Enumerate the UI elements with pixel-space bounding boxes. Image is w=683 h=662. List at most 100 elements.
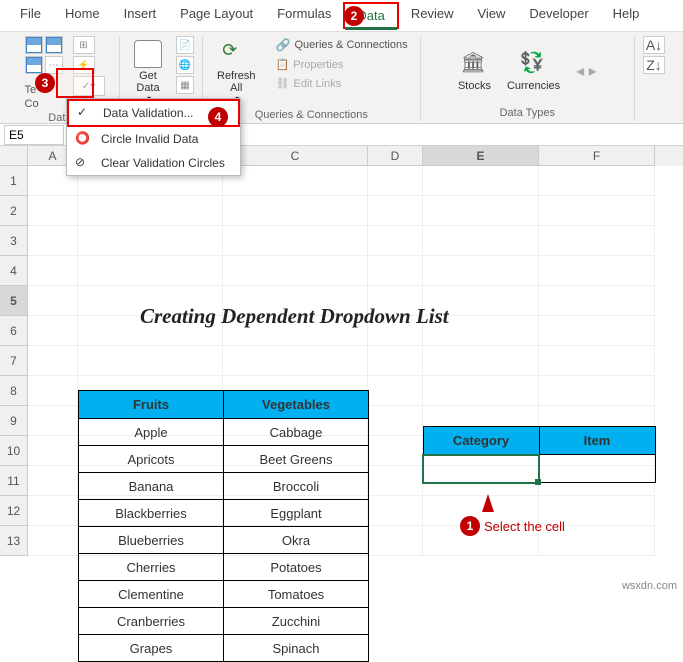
col-header-c[interactable]: C xyxy=(223,146,368,166)
menu-developer[interactable]: Developer xyxy=(517,2,600,29)
col-header-e[interactable]: E xyxy=(423,146,539,166)
row-header-1[interactable]: 1 xyxy=(0,166,28,196)
table1-cell-r7-c1[interactable]: Zucchini xyxy=(224,608,369,635)
table1-cell-r6-c1[interactable]: Tomatoes xyxy=(224,581,369,608)
page-title: Creating Dependent Dropdown List xyxy=(140,304,449,329)
ribbon-label-data-types: Data Types xyxy=(500,105,555,121)
row-header-5[interactable]: 5 xyxy=(0,286,28,316)
table1-cell-r4-c1[interactable]: Okra xyxy=(224,527,369,554)
menu-item-clear-circles[interactable]: ⊘ Clear Validation Circles xyxy=(67,151,240,175)
ribbon-group-data-types: 🏛 Stocks 💱 Currencies ◂ ▸ Data Types xyxy=(421,36,635,121)
from-file-icon[interactable]: 📄 xyxy=(176,36,194,54)
stocks-icon: 🏛 xyxy=(460,50,488,78)
col-header-d[interactable]: D xyxy=(368,146,423,166)
worksheet: ABCDEF 12345678910111213 Creating Depend… xyxy=(0,146,683,556)
sort-asc-button[interactable]: A↓ xyxy=(643,36,665,54)
callout-4-badge: 4 xyxy=(208,107,228,127)
row-header-9[interactable]: 9 xyxy=(0,406,28,436)
callout-1-text: Select the cell xyxy=(484,519,565,534)
menu-help[interactable]: Help xyxy=(601,2,652,29)
menu-page-layout[interactable]: Page Layout xyxy=(168,2,265,29)
menu-bar: File Home Insert Page Layout Formulas Da… xyxy=(0,0,683,32)
from-other-icon[interactable]: ▦ xyxy=(176,76,194,94)
refresh-icon: ⟳ xyxy=(222,40,250,68)
row-header-13[interactable]: 13 xyxy=(0,526,28,556)
arrow-icon xyxy=(482,494,494,512)
validation-icon: ✓ xyxy=(77,105,95,121)
table1-cell-r8-c0[interactable]: Grapes xyxy=(79,635,224,662)
table1-cell-r2-c1[interactable]: Broccoli xyxy=(224,473,369,500)
currencies-button[interactable]: 💱 Currencies xyxy=(501,46,566,96)
row-header-11[interactable]: 11 xyxy=(0,466,28,496)
row-header-12[interactable]: 12 xyxy=(0,496,28,526)
fruits-vegetables-table: Fruits Vegetables AppleCabbageApricotsBe… xyxy=(78,390,369,662)
properties-button[interactable]: 📋Properties xyxy=(272,56,412,73)
clear-circle-icon: ⊘ xyxy=(75,155,93,171)
edit-links-button[interactable]: ⛓Edit Links xyxy=(272,75,412,92)
link-icon: ⛓ xyxy=(276,77,290,90)
row-header-4[interactable]: 4 xyxy=(0,256,28,286)
callout-3-badge: 3 xyxy=(35,73,55,93)
menu-view[interactable]: View xyxy=(465,2,517,29)
menu-formulas[interactable]: Formulas xyxy=(265,2,343,29)
data-validation-highlight xyxy=(56,68,94,98)
circle-icon: ⭕ xyxy=(75,131,93,147)
table1-cell-r1-c0[interactable]: Apricots xyxy=(79,446,224,473)
table1-cell-r5-c0[interactable]: Cherries xyxy=(79,554,224,581)
col-header-f[interactable]: F xyxy=(539,146,655,166)
table1-header-vegetables: Vegetables xyxy=(224,391,369,419)
watermark: wsxdn.com xyxy=(622,580,677,592)
table2-header-item: Item xyxy=(539,427,655,455)
row-header-7[interactable]: 7 xyxy=(0,346,28,376)
properties-icon: 📋 xyxy=(276,58,290,71)
currencies-icon: 💱 xyxy=(520,50,548,78)
select-all-corner[interactable] xyxy=(0,146,28,166)
database-icon xyxy=(134,40,162,68)
ribbon-group-sort: A↓ Z↓ xyxy=(635,36,673,121)
row-header-2[interactable]: 2 xyxy=(0,196,28,226)
table2-header-category: Category xyxy=(423,427,539,455)
table1-cell-r3-c1[interactable]: Eggplant xyxy=(224,500,369,527)
table1-cell-r6-c0[interactable]: Clementine xyxy=(79,581,224,608)
menu-home[interactable]: Home xyxy=(53,2,112,29)
callout-1-badge: 1 xyxy=(460,516,480,536)
sort-desc-button[interactable]: Z↓ xyxy=(643,56,665,74)
from-table-icon[interactable] xyxy=(25,56,43,74)
menu-insert[interactable]: Insert xyxy=(112,2,169,29)
ribbon-label-qc: Queries & Connections xyxy=(255,107,368,123)
from-web-icon[interactable] xyxy=(45,36,63,54)
menu-review[interactable]: Review xyxy=(399,2,466,29)
text-to-columns-icon[interactable]: ⊞ xyxy=(73,36,95,54)
row-headers: 12345678910111213 xyxy=(0,166,28,556)
table1-cell-r4-c0[interactable]: Blueberries xyxy=(79,527,224,554)
table1-cell-r0-c1[interactable]: Cabbage xyxy=(224,419,369,446)
category-item-table: Category Item xyxy=(422,426,656,484)
from-db-icon[interactable]: 🌐 xyxy=(176,56,194,74)
get-data-button[interactable]: Get Data ▾ xyxy=(128,36,168,107)
cell-f5[interactable] xyxy=(539,455,655,483)
row-header-10[interactable]: 10 xyxy=(0,436,28,466)
table1-cell-r0-c0[interactable]: Apple xyxy=(79,419,224,446)
row-header-6[interactable]: 6 xyxy=(0,316,28,346)
stocks-button[interactable]: 🏛 Stocks xyxy=(452,46,497,96)
cell-e5-selected[interactable] xyxy=(423,455,539,483)
table1-header-fruits: Fruits xyxy=(79,391,224,419)
row-header-3[interactable]: 3 xyxy=(0,226,28,256)
row-header-8[interactable]: 8 xyxy=(0,376,28,406)
fill-handle[interactable] xyxy=(535,479,541,485)
callout-1: 1 Select the cell xyxy=(460,516,565,536)
table1-cell-r8-c1[interactable]: Spinach xyxy=(224,635,369,662)
table1-cell-r5-c1[interactable]: Potatoes xyxy=(224,554,369,581)
table1-cell-r3-c0[interactable]: Blackberries xyxy=(79,500,224,527)
table1-cell-r1-c1[interactable]: Beet Greens xyxy=(224,446,369,473)
connections-icon: 🔗 xyxy=(276,38,291,52)
table1-cell-r2-c0[interactable]: Banana xyxy=(79,473,224,500)
callout-2-badge: 2 xyxy=(344,6,364,26)
refresh-all-button[interactable]: ⟳ Refresh All ▾ xyxy=(211,36,262,107)
table1-cell-r7-c0[interactable]: Cranberries xyxy=(79,608,224,635)
menu-file[interactable]: File xyxy=(8,2,53,29)
name-box[interactable] xyxy=(4,125,64,145)
from-text-icon[interactable] xyxy=(25,36,43,54)
queries-connections-button[interactable]: 🔗Queries & Connections xyxy=(272,36,412,54)
menu-item-circle-invalid[interactable]: ⭕ Circle Invalid Data xyxy=(67,127,240,151)
